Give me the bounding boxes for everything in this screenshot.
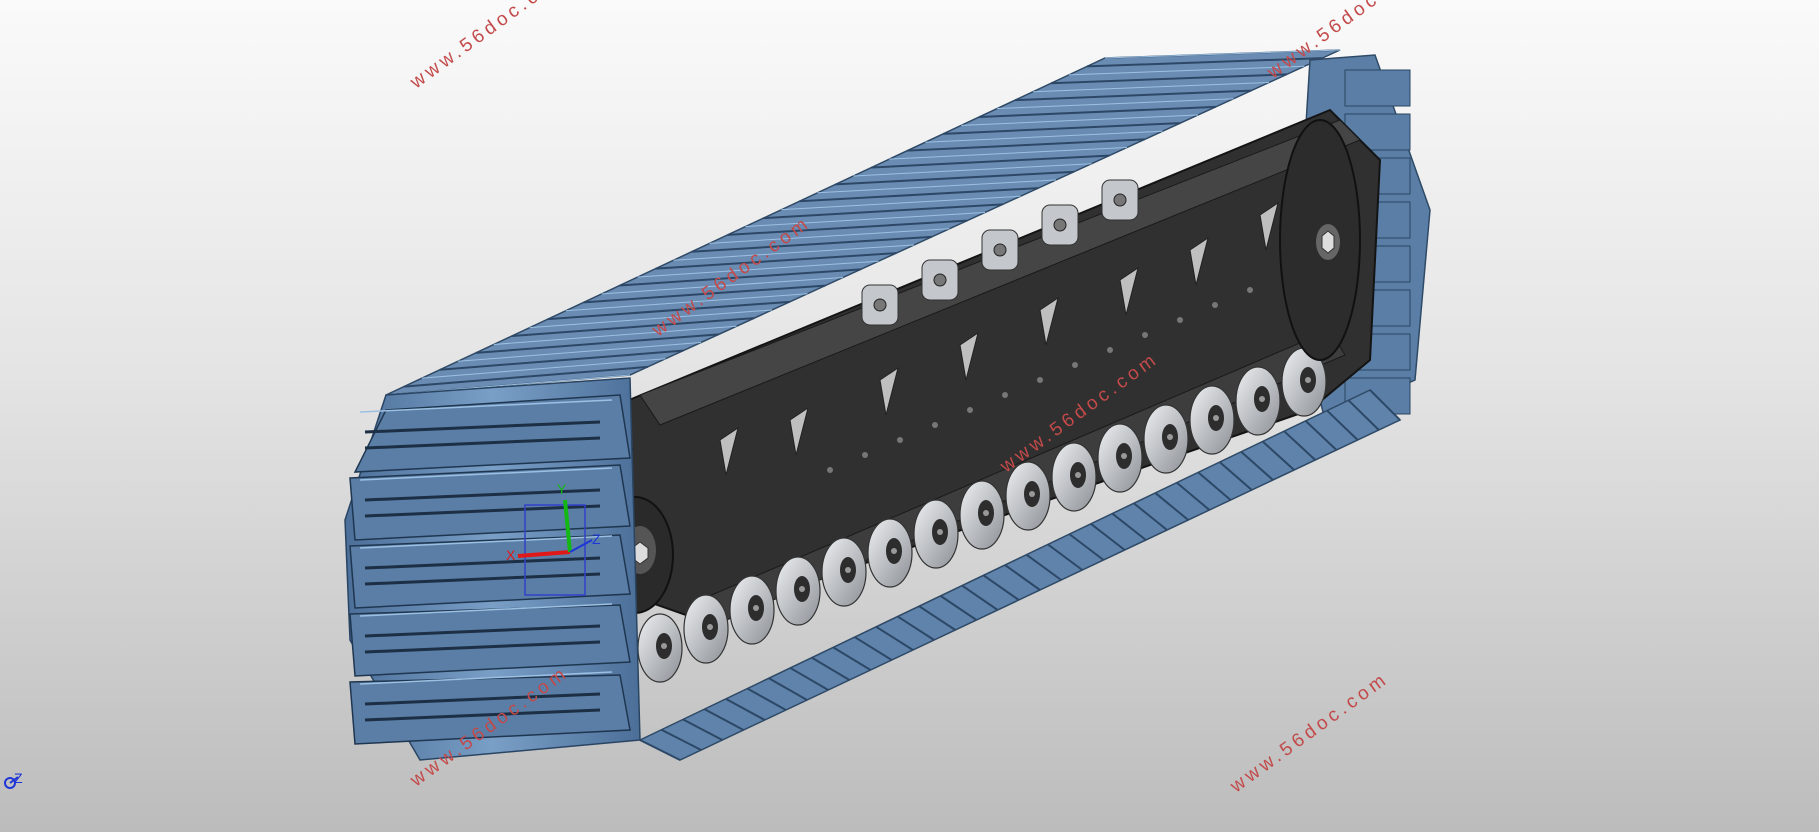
triad-z-label: Z bbox=[592, 531, 601, 547]
track-shoe bbox=[349, 464, 631, 541]
bolt-hole bbox=[1037, 377, 1043, 383]
bolt-hole bbox=[932, 422, 938, 428]
bolt-hole bbox=[827, 467, 833, 473]
wheel-bolt bbox=[1121, 453, 1127, 459]
bolt-hole bbox=[1107, 347, 1113, 353]
wheel-bolt bbox=[1167, 434, 1173, 440]
wheel-bolt bbox=[1029, 491, 1035, 497]
bolt-hole bbox=[1177, 317, 1183, 323]
triad-y-label: Y bbox=[557, 481, 567, 497]
wheel-bolt bbox=[937, 529, 943, 535]
wheel-bolt bbox=[845, 567, 851, 573]
bolt-hole bbox=[1002, 392, 1008, 398]
wheel-bolt bbox=[753, 605, 759, 611]
model-view[interactable]: HR X Y Z bbox=[0, 0, 1819, 832]
bolt-hole bbox=[1247, 287, 1253, 293]
bolt-hole bbox=[1212, 302, 1218, 308]
wheel-bolt bbox=[891, 548, 897, 554]
track-near-end-shoes bbox=[349, 394, 631, 745]
bolt-hole bbox=[1142, 332, 1148, 338]
roller-hub bbox=[873, 298, 887, 312]
triad-x-label: X bbox=[506, 547, 516, 563]
wheel-bolt bbox=[799, 586, 805, 592]
wheel-bolt bbox=[1075, 472, 1081, 478]
corner-z-label: Z bbox=[14, 770, 23, 786]
track-shoe bbox=[1344, 69, 1411, 107]
roller-hub bbox=[933, 273, 947, 287]
roller-hub bbox=[1053, 218, 1067, 232]
wheel-bolt bbox=[707, 624, 713, 630]
bolt-hole bbox=[967, 407, 973, 413]
roller-hub bbox=[993, 243, 1007, 257]
wheel-bolt bbox=[661, 643, 667, 649]
wheel-bolt bbox=[1259, 396, 1265, 402]
sprocket-wheel[interactable] bbox=[1279, 119, 1361, 361]
wheel-bolt bbox=[983, 510, 989, 516]
bolt-hole bbox=[897, 437, 903, 443]
roller-hub bbox=[1113, 193, 1127, 207]
wheel-bolt bbox=[1305, 377, 1311, 383]
3d-viewport[interactable]: HR X Y Z Z bbox=[0, 0, 1819, 832]
bolt-hole bbox=[1072, 362, 1078, 368]
bolt-hole bbox=[862, 452, 868, 458]
wheel-bolt bbox=[1213, 415, 1219, 421]
